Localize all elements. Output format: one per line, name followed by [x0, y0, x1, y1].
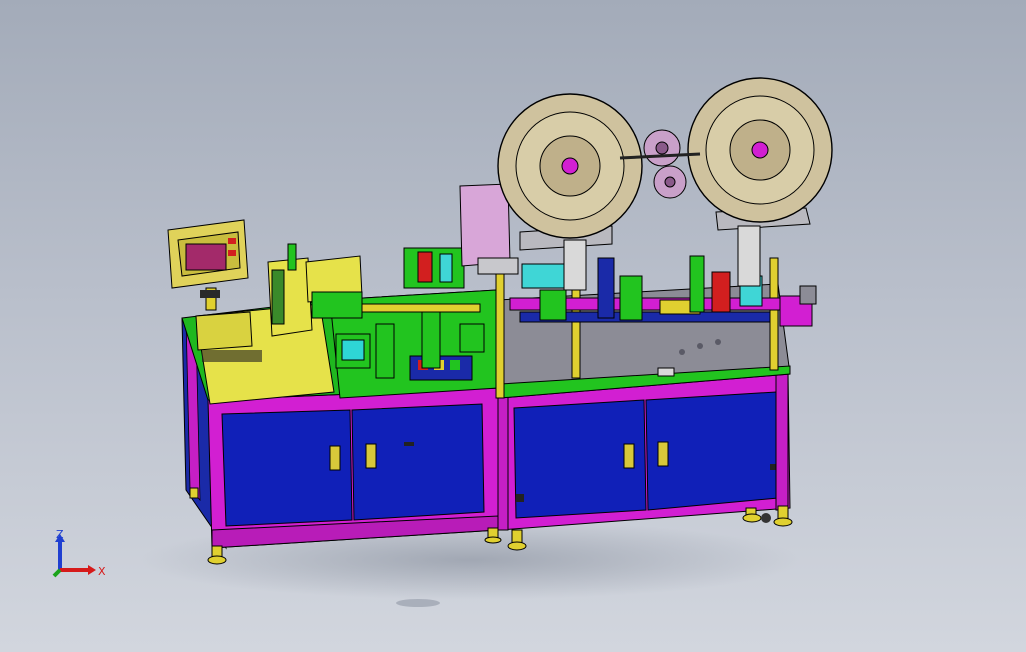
hmi-monitor[interactable] [167, 219, 249, 311]
hmi-screen[interactable] [185, 243, 227, 271]
machine-assembly-model[interactable] [0, 0, 1026, 652]
cabinet-handle[interactable] [365, 443, 377, 469]
right-tape-reel[interactable] [687, 77, 833, 223]
coordinate-triad: Z X [52, 528, 106, 578]
cabinet-handle[interactable] [329, 445, 341, 471]
x-axis-label: X [98, 565, 106, 578]
cabinet-handle[interactable] [623, 443, 635, 469]
cabinet-handle[interactable] [657, 441, 669, 467]
left-tape-reel[interactable] [497, 93, 643, 239]
z-axis-label: Z [56, 528, 64, 541]
right-cabinet[interactable] [497, 371, 793, 551]
y-axis [52, 568, 62, 578]
cad-viewport[interactable]: Z X [0, 0, 1026, 652]
floor-smudge [396, 599, 440, 607]
